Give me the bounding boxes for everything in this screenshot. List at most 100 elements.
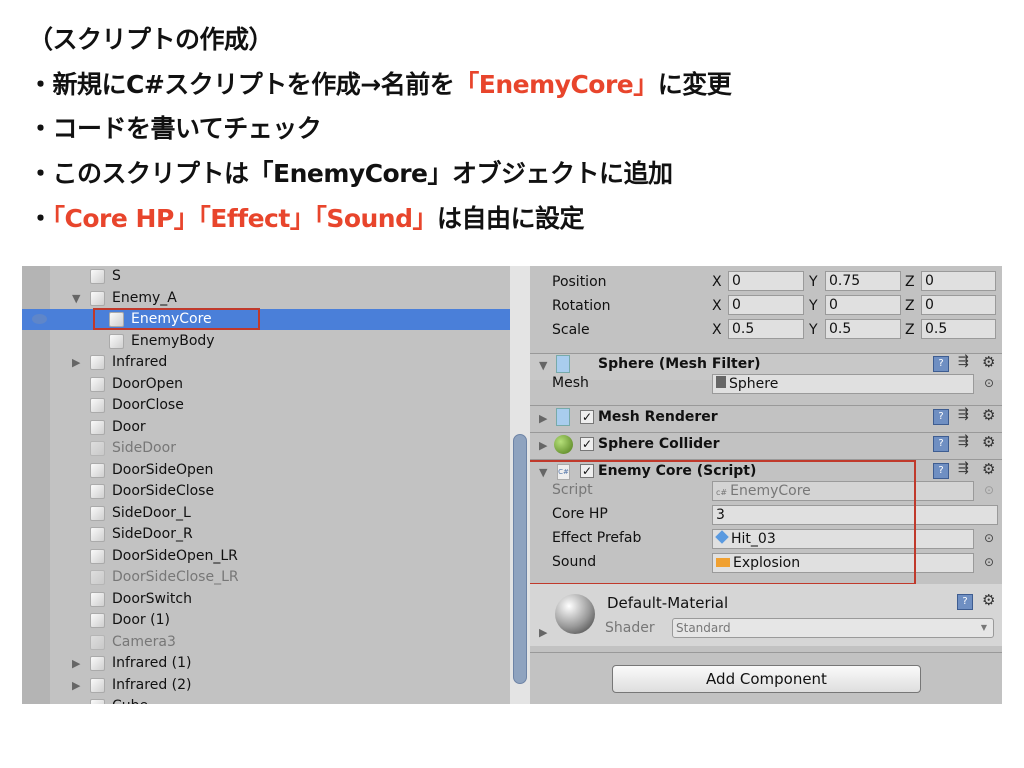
help-icon[interactable]: ? <box>933 463 949 479</box>
object-picker-icon[interactable]: ⊙ <box>984 531 994 545</box>
hierarchy-item[interactable]: SideDoor <box>22 438 510 459</box>
object-picker-icon[interactable]: ⊙ <box>984 376 994 390</box>
transform-x-input[interactable]: 0 <box>728 271 804 291</box>
transform-z-input[interactable]: 0 <box>921 271 996 291</box>
collapsed-arrow-icon[interactable]: ▶ <box>539 412 547 425</box>
expanded-arrow-icon[interactable]: ▼ <box>72 288 80 309</box>
object-picker-icon[interactable]: ⊙ <box>984 555 994 569</box>
mesh-renderer-checkbox[interactable]: ✓ <box>580 410 594 424</box>
preset-icon[interactable]: ⇶ <box>958 354 969 369</box>
mesh-renderer-title[interactable]: Mesh Renderer <box>598 409 718 425</box>
hierarchy-item[interactable]: DoorOpen <box>22 374 510 395</box>
bullet-icon: ・ <box>28 204 53 233</box>
gameobject-cube-icon <box>90 656 105 671</box>
transform-x-input[interactable]: 0 <box>728 295 804 315</box>
gameobject-cube-icon <box>90 269 105 284</box>
hierarchy-item-label: DoorSideOpen_LR <box>112 547 238 564</box>
object-picker-icon: ⊙ <box>984 483 995 497</box>
preset-icon[interactable]: ⇶ <box>958 407 969 422</box>
gameobject-cube-icon <box>90 398 105 413</box>
help-icon[interactable]: ? <box>957 594 973 610</box>
sphere-collider-title[interactable]: Sphere Collider <box>598 436 720 452</box>
dropdown-arrow-icon: ▼ <box>980 623 987 632</box>
material-name: Default-Material <box>607 594 729 612</box>
hierarchy-item[interactable]: DoorSideClose <box>22 481 510 502</box>
gameobject-cube-icon <box>90 290 105 306</box>
gameobject-cube-icon <box>90 677 105 693</box>
axis-x-label: X <box>712 298 722 314</box>
hierarchy-item[interactable]: ▶ Infrared <box>22 352 510 373</box>
hierarchy-item[interactable]: ▶ Infrared (2) <box>22 675 510 696</box>
transform-x-input[interactable]: 0.5 <box>728 319 804 339</box>
help-icon[interactable]: ? <box>933 409 949 425</box>
gameobject-cube-icon <box>90 591 105 607</box>
gear-icon[interactable]: ⚙ <box>982 433 995 451</box>
axis-z-label: Z <box>905 298 915 314</box>
transform-z-input[interactable]: 0 <box>921 295 996 315</box>
preset-icon[interactable]: ⇶ <box>958 461 969 476</box>
gear-icon[interactable]: ⚙ <box>982 353 995 371</box>
hierarchy-item[interactable]: ▼ Enemy_A <box>22 288 510 309</box>
inspector-panel: Position X 0 Y 0.75 Z 0 Rotation X 0 Y 0 Z 0 Scale X 0.5… <box>530 266 1002 704</box>
mesh-label: Mesh <box>552 375 589 391</box>
hierarchy-panel: S ▼ Enemy_A EnemyCore EnemyBody ▶ Infrared Door… <box>22 266 530 704</box>
hierarchy-item[interactable]: Door <box>22 417 510 438</box>
transform-position-label: Position <box>552 274 607 290</box>
add-component-button[interactable]: Add Component <box>612 665 921 693</box>
expanded-arrow-icon[interactable]: ▼ <box>539 359 547 372</box>
hierarchy-item-label: S <box>112 268 121 284</box>
collapsed-arrow-icon[interactable]: ▶ <box>72 675 80 696</box>
hierarchy-item[interactable]: DoorSideOpen <box>22 460 510 481</box>
sphere-collider-icon <box>554 435 573 454</box>
hierarchy-item[interactable]: ▶ Infrared (1) <box>22 653 510 674</box>
gameobject-cube-icon <box>90 419 105 435</box>
help-icon[interactable]: ? <box>933 436 949 452</box>
gear-icon[interactable]: ⚙ <box>982 460 995 478</box>
hierarchy-item-label: DoorSideClose <box>112 483 215 499</box>
hierarchy-item[interactable]: Door (1) <box>22 610 510 631</box>
hierarchy-item[interactable]: DoorClose <box>22 395 510 416</box>
transform-y-input[interactable]: 0.5 <box>825 319 901 339</box>
slide-heading: （スクリプトの作成） <box>28 25 274 54</box>
mesh-icon <box>716 376 726 388</box>
gear-icon[interactable]: ⚙ <box>982 591 995 609</box>
transform-y-input[interactable]: 0.75 <box>825 271 901 291</box>
mesh-value: Sphere <box>729 376 779 392</box>
hierarchy-item[interactable]: DoorSideOpen_LR <box>22 546 510 567</box>
hierarchy-item[interactable]: DoorSideClose_LR <box>22 567 510 588</box>
hierarchy-item[interactable]: SideDoor_R <box>22 524 510 545</box>
gameobject-cube-icon <box>90 376 105 392</box>
hierarchy-item[interactable]: Cube <box>22 696 510 704</box>
gear-icon[interactable]: ⚙ <box>982 406 995 424</box>
highlight-box <box>93 308 260 330</box>
transform-scale-label: Scale <box>552 322 590 338</box>
hierarchy-item-label: Enemy_A <box>112 289 177 306</box>
text: コードを書いてチェック <box>52 114 322 143</box>
mesh-field[interactable]: Sphere <box>712 374 974 394</box>
hierarchy-item[interactable]: SideDoor_L <box>22 503 510 524</box>
text: は自由に設定 <box>437 204 585 233</box>
transform-z-input[interactable]: 0.5 <box>921 319 996 339</box>
collapsed-arrow-icon[interactable]: ▶ <box>539 626 547 639</box>
axis-x-label: X <box>712 322 722 338</box>
visibility-eye-icon[interactable] <box>32 314 47 324</box>
hierarchy-item[interactable]: DoorSwitch <box>22 589 510 610</box>
highlight-box <box>530 460 916 585</box>
shader-dropdown[interactable]: Standard ▼ <box>672 618 994 638</box>
hierarchy-item-label: SideDoor_R <box>112 526 193 542</box>
collapsed-arrow-icon[interactable]: ▶ <box>539 439 547 452</box>
gameobject-cube-icon <box>90 441 105 456</box>
scrollbar-thumb[interactable] <box>513 434 527 684</box>
transform-y-input[interactable]: 0 <box>825 295 901 315</box>
sphere-collider-checkbox[interactable]: ✓ <box>580 437 594 451</box>
collapsed-arrow-icon[interactable]: ▶ <box>72 352 80 373</box>
hierarchy-item[interactable]: EnemyBody <box>22 331 510 352</box>
hierarchy-item[interactable]: S <box>22 266 510 287</box>
hierarchy-item[interactable]: Camera3 <box>22 632 510 653</box>
preset-icon[interactable]: ⇶ <box>958 434 969 449</box>
axis-z-label: Z <box>905 322 915 338</box>
help-icon[interactable]: ? <box>933 356 949 372</box>
hierarchy-scrollbar[interactable] <box>510 266 530 704</box>
collapsed-arrow-icon[interactable]: ▶ <box>72 653 80 674</box>
bullet-line: ・コードを書いてチェック <box>28 109 322 145</box>
